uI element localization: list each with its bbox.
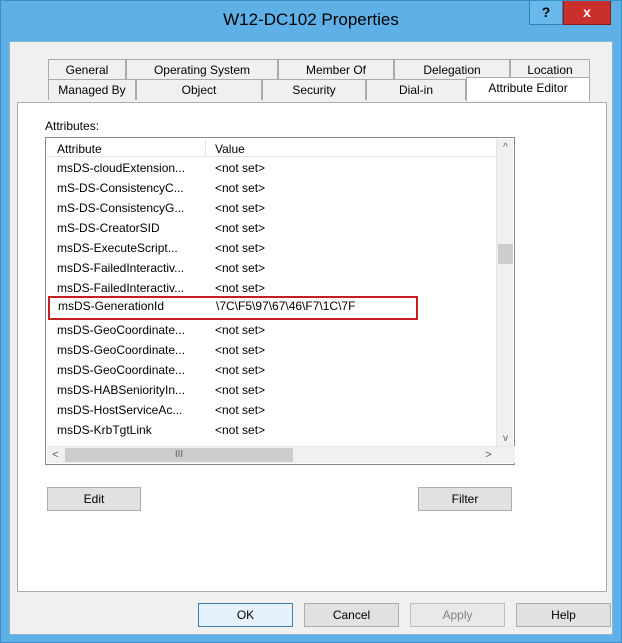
tab-general[interactable]: General: [48, 59, 126, 80]
tab-security[interactable]: Security: [262, 79, 366, 100]
tab-dial-in[interactable]: Dial-in: [366, 79, 466, 100]
tab-operating-system[interactable]: Operating System: [126, 59, 278, 80]
attribute-value: <not set>: [215, 281, 266, 295]
properties-window: W12-DC102 Properties ? x General Operati…: [0, 0, 622, 643]
tab-object[interactable]: Object: [136, 79, 262, 100]
horizontal-scroll-thumb[interactable]: III: [65, 448, 293, 462]
tab-managed-by[interactable]: Managed By: [48, 79, 136, 100]
attribute-name: mS-DS-CreatorSID: [57, 221, 160, 235]
list-item[interactable]: mS-DS-ConsistencyG... <not set>: [47, 198, 496, 218]
list-item[interactable]: msDS-GeoCoordinate... <not set>: [47, 320, 496, 340]
attribute-name: msDS-FailedInteractiv...: [57, 261, 185, 275]
list-item[interactable]: msDS-GeoCoordinate... <not set>: [47, 340, 496, 360]
scroll-up-icon[interactable]: ^: [497, 139, 514, 156]
list-item[interactable]: msDS-HABSeniorityIn... <not set>: [47, 380, 496, 400]
attribute-name: msDS-GeoCoordinate...: [57, 343, 186, 357]
filter-button[interactable]: Filter: [418, 487, 512, 511]
attribute-value: <not set>: [215, 343, 266, 357]
list-item-highlighted[interactable]: msDS-GenerationId \7C\F5\97\67\46\F7\1C\…: [48, 296, 418, 320]
scroll-left-icon[interactable]: <: [47, 447, 64, 464]
list-item[interactable]: msDS-GeoCoordinate... <not set>: [47, 360, 496, 380]
help-button-titlebar[interactable]: ?: [529, 1, 563, 25]
attributes-label: Attributes:: [45, 119, 100, 133]
column-header-value[interactable]: Value: [215, 142, 245, 156]
horizontal-scrollbar[interactable]: < III >: [47, 446, 515, 463]
attribute-name: msDS-HABSeniorityIn...: [57, 383, 186, 397]
attribute-value: \7C\F5\97\67\46\F7\1C\7F: [216, 299, 356, 313]
tab-member-of[interactable]: Member Of: [278, 59, 394, 80]
close-button[interactable]: x: [563, 1, 611, 25]
attribute-value: <not set>: [215, 323, 266, 337]
vertical-scrollbar[interactable]: ^ v: [496, 139, 513, 447]
list-item[interactable]: mS-DS-ConsistencyC... <not set>: [47, 178, 496, 198]
attribute-name: msDS-HostServiceAc...: [57, 403, 183, 417]
attribute-name: msDS-cloudExtension...: [57, 161, 186, 175]
attribute-value: <not set>: [215, 181, 266, 195]
ok-button[interactable]: OK: [198, 603, 293, 627]
apply-button[interactable]: Apply: [410, 603, 505, 627]
attribute-value: <not set>: [215, 403, 266, 417]
attribute-value: <not set>: [215, 201, 266, 215]
scroll-right-icon[interactable]: >: [480, 447, 497, 464]
tab-attribute-editor[interactable]: Attribute Editor: [466, 77, 590, 101]
attribute-name: msDS-GenerationId: [58, 299, 165, 313]
help-button[interactable]: Help: [516, 603, 611, 627]
list-item[interactable]: msDS-cloudExtension... <not set>: [47, 158, 496, 178]
attribute-name: msDS-KrbTgtLink: [57, 423, 152, 437]
attribute-name: mS-DS-ConsistencyG...: [57, 201, 185, 215]
list-item[interactable]: mS-DS-CreatorSID <not set>: [47, 218, 496, 238]
attribute-name: msDS-GeoCoordinate...: [57, 363, 186, 377]
attribute-value: <not set>: [215, 241, 266, 255]
column-header-attribute[interactable]: Attribute: [57, 142, 102, 156]
vertical-scroll-thumb[interactable]: [498, 244, 513, 264]
attribute-name: msDS-ExecuteScript...: [57, 241, 178, 255]
list-item[interactable]: msDS-FailedInteractiv... <not set>: [47, 278, 496, 298]
edit-button[interactable]: Edit: [47, 487, 141, 511]
list-item[interactable]: msDS-ExecuteScript... <not set>: [47, 238, 496, 258]
list-item[interactable]: msDS-KrbTgtLink <not set>: [47, 420, 496, 440]
window-title: W12-DC102 Properties: [223, 10, 399, 29]
attribute-name: msDS-GeoCoordinate...: [57, 323, 186, 337]
attribute-value: <not set>: [215, 221, 266, 235]
list-item[interactable]: msDS-FailedInteractiv... <not set>: [47, 258, 496, 278]
column-divider[interactable]: [205, 139, 206, 156]
title-bar[interactable]: W12-DC102 Properties ? x: [1, 1, 621, 41]
attributes-list[interactable]: Attribute Value msDS-cloudExtension... <…: [45, 137, 515, 465]
attribute-name: mS-DS-ConsistencyC...: [57, 181, 184, 195]
attribute-value: <not set>: [215, 261, 266, 275]
attribute-value: <not set>: [215, 383, 266, 397]
scroll-down-icon[interactable]: v: [497, 430, 514, 447]
cancel-button[interactable]: Cancel: [304, 603, 399, 627]
attribute-name: msDS-FailedInteractiv...: [57, 281, 185, 295]
attribute-value: <not set>: [215, 363, 266, 377]
attribute-value: <not set>: [215, 423, 266, 437]
list-item[interactable]: msDS-HostServiceAc... <not set>: [47, 400, 496, 420]
list-header: Attribute Value: [47, 139, 513, 157]
attribute-value: <not set>: [215, 161, 266, 175]
